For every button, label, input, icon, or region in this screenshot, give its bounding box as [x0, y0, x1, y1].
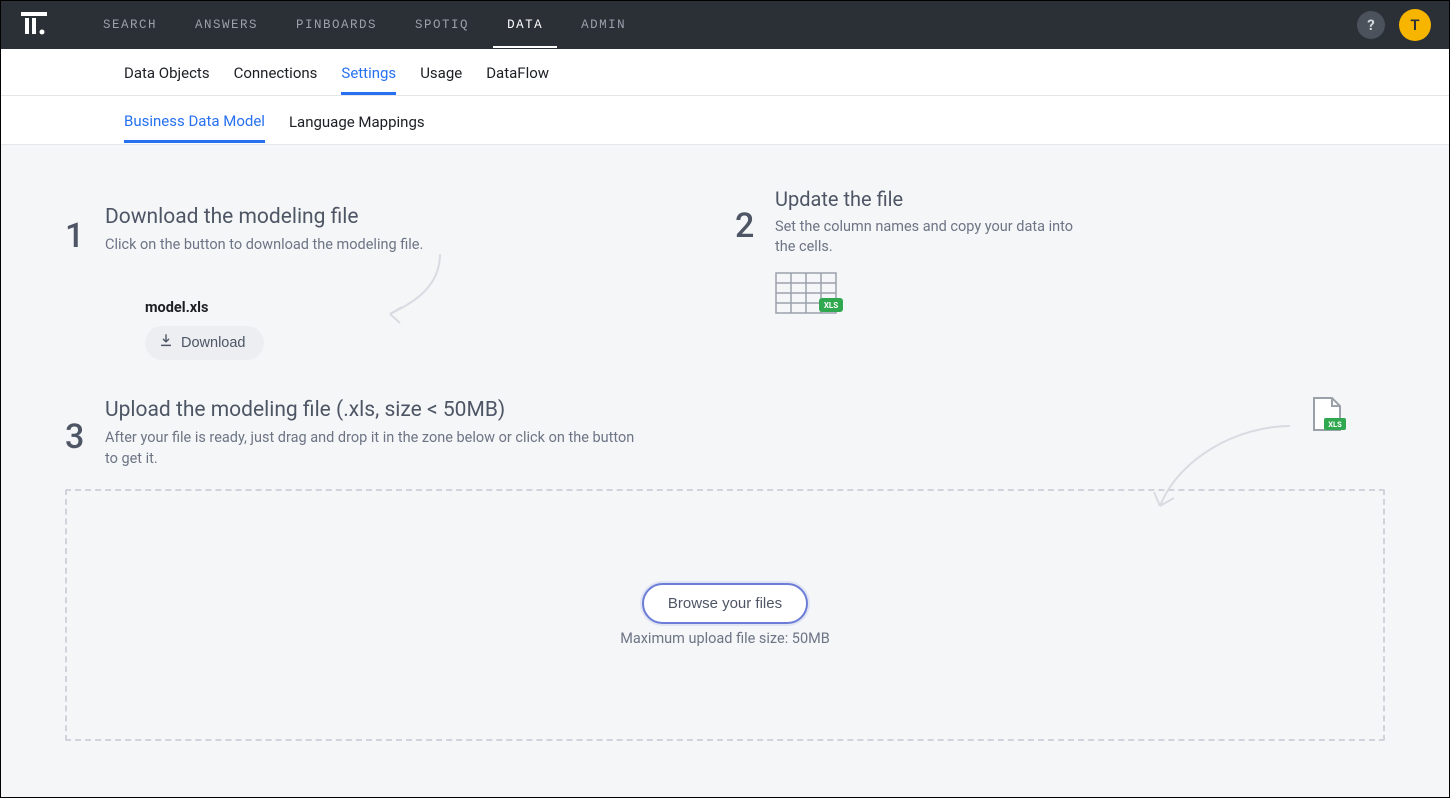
subnav-data-objects[interactable]: Data Objects: [124, 50, 210, 94]
logo-icon[interactable]: [19, 10, 49, 40]
max-upload-size-text: Maximum upload file size: 50MB: [620, 630, 830, 647]
step-2-desc: Set the column names and copy your data …: [775, 217, 1085, 258]
step-1-number: 1: [65, 205, 87, 360]
step-3-number: 3: [65, 398, 87, 469]
nav-data[interactable]: DATA: [493, 2, 557, 48]
svg-text:XLS: XLS: [824, 301, 838, 310]
nav-search[interactable]: SEARCH: [89, 2, 171, 48]
step-3-desc: After your file is ready, just drag and …: [105, 428, 645, 469]
content-area: 1 Download the modeling file Click on th…: [1, 145, 1449, 741]
top-nav-items: SEARCH ANSWERS PINBOARDS SPOTIQ DATA ADM…: [89, 2, 640, 48]
download-icon: [159, 334, 173, 352]
nav-admin[interactable]: ADMIN: [567, 2, 640, 48]
nav-spotiq[interactable]: SPOTIQ: [401, 2, 483, 48]
top-nav: SEARCH ANSWERS PINBOARDS SPOTIQ DATA ADM…: [1, 1, 1449, 49]
tab-language-mappings[interactable]: Language Mappings: [289, 98, 425, 143]
step-2: 2 Update the file Set the column names a…: [735, 205, 1085, 360]
nav-pinboards[interactable]: PINBOARDS: [282, 2, 391, 48]
help-icon[interactable]: ?: [1357, 11, 1385, 39]
spreadsheet-icon: XLS: [775, 272, 1085, 320]
download-button-label: Download: [181, 335, 246, 351]
step-3: 3 Upload the modeling file (.xls, size <…: [65, 398, 1385, 469]
subnav-usage[interactable]: Usage: [420, 50, 462, 94]
subnav-connections[interactable]: Connections: [234, 50, 318, 94]
arrow-decor-icon: [380, 249, 450, 333]
step-1: 1 Download the modeling file Click on th…: [65, 205, 655, 360]
avatar[interactable]: T: [1399, 9, 1431, 41]
subnav: Data Objects Connections Settings Usage …: [1, 49, 1449, 96]
step-1-title: Download the modeling file: [105, 205, 423, 229]
nav-answers[interactable]: ANSWERS: [181, 2, 272, 48]
step-1-desc: Click on the button to download the mode…: [105, 235, 423, 255]
step-2-title: Update the file: [775, 187, 1085, 211]
step-2-number: 2: [735, 205, 757, 360]
upload-dropzone[interactable]: Browse your files Maximum upload file si…: [65, 489, 1385, 741]
step-3-title: Upload the modeling file (.xls, size < 5…: [105, 398, 645, 422]
tertiary-nav: Business Data Model Language Mappings: [1, 96, 1449, 145]
download-button[interactable]: Download: [145, 326, 264, 360]
subnav-dataflow[interactable]: DataFlow: [486, 50, 549, 94]
model-file-name: model.xls: [145, 299, 423, 316]
subnav-settings[interactable]: Settings: [341, 50, 396, 95]
tab-business-data-model[interactable]: Business Data Model: [124, 97, 265, 143]
browse-files-button[interactable]: Browse your files: [642, 583, 808, 624]
